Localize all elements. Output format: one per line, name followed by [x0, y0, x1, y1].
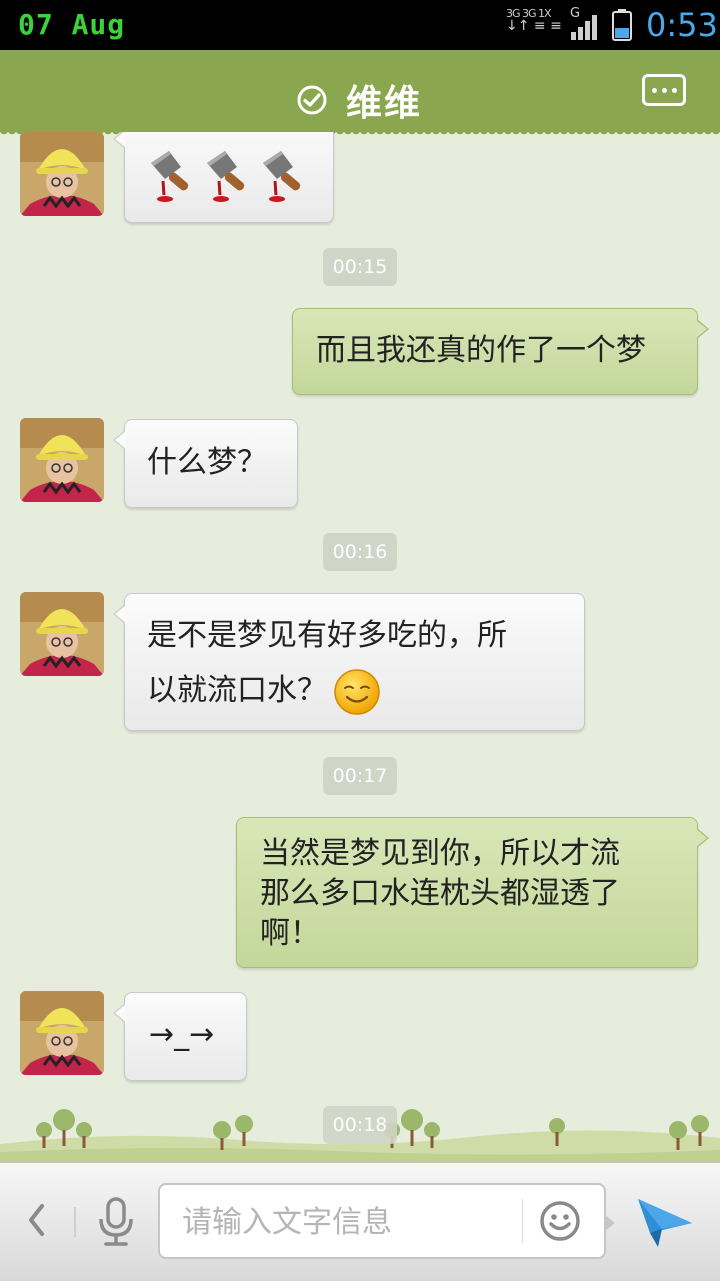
network-type-indicator: 3G 3G 1X ↓↑ ≡ ≡ — [506, 8, 562, 34]
field-tail — [605, 1215, 615, 1231]
chat-message-list[interactable]: 00:15 而且我还真的作了一个梦 什么梦？ 00:16 是不是梦见有好多吃的，… — [0, 132, 720, 1162]
status-bar: 07 Aug 3G 3G 1X ↓↑ ≡ ≡ G 0:53 — [0, 0, 720, 50]
message-text-line-group: 以就流口水？ — [147, 664, 584, 718]
message-text-line: 是不是梦见有好多吃的，所 — [147, 618, 507, 653]
incoming-message-bubble[interactable]: →_→ — [113, 992, 247, 1081]
header-title-group: 维维 — [296, 74, 422, 126]
outgoing-message-bubble[interactable]: 而且我还真的作了一个梦 — [292, 308, 709, 395]
contact-avatar[interactable] — [20, 418, 104, 502]
more-dots-icon — [651, 87, 657, 93]
outgoing-message-bubble[interactable]: 当然是梦见到你，所以才流 那么多口水连枕头都湿透了 啊！ — [236, 817, 709, 968]
timestamp-label: 00:16 — [323, 533, 397, 571]
message-input[interactable] — [180, 1197, 504, 1247]
send-icon[interactable] — [636, 1193, 694, 1249]
more-options-button[interactable] — [642, 74, 686, 106]
status-date: 07 Aug — [18, 8, 126, 41]
incoming-message-bubble[interactable]: 是不是梦见有好多吃的，所 以就流口水？ — [113, 593, 585, 731]
incoming-message-bubble[interactable]: 什么梦？ — [113, 419, 298, 508]
signal-bars-icon — [571, 15, 597, 40]
message-text-line: 当然是梦见到你，所以才流 — [260, 836, 620, 871]
emoji-icon[interactable] — [538, 1199, 582, 1243]
message-text: →_→ — [149, 1017, 215, 1052]
cleaver-emoji — [151, 151, 189, 202]
check-circle-icon — [297, 85, 327, 115]
message-text: 而且我还真的作了一个梦 — [316, 333, 646, 368]
contact-avatar[interactable] — [20, 991, 104, 1075]
data-arrows-icon: ↓↑ ≡ ≡ — [506, 18, 562, 34]
timestamp-label: 00:17 — [323, 757, 397, 795]
message-input-bar — [0, 1162, 720, 1281]
status-time: 0:53 — [646, 6, 718, 44]
battery-icon — [612, 9, 632, 41]
message-text-line: 以就流口水？ — [147, 673, 327, 708]
smile-emoji — [334, 668, 380, 715]
message-text-line: 啊！ — [260, 916, 320, 951]
message-text-field[interactable] — [158, 1183, 615, 1259]
cleaver-emoji — [207, 151, 245, 202]
chevron-left-icon[interactable] — [26, 1203, 46, 1237]
cleaver-emoji — [263, 151, 301, 202]
field-divider — [522, 1199, 523, 1243]
contact-avatar[interactable] — [20, 132, 104, 216]
contact-avatar[interactable] — [20, 592, 104, 676]
incoming-message-bubble[interactable] — [113, 132, 334, 223]
contact-name-title: 维维 — [346, 83, 423, 124]
message-text-line: 那么多口水连枕头都湿透了 — [260, 876, 620, 911]
toolbar-divider — [74, 1207, 76, 1237]
timestamp-label: 00:15 — [323, 248, 397, 286]
timestamp-label: 00:18 — [323, 1106, 397, 1144]
chat-header: 维维 — [0, 50, 720, 138]
message-text: 什么梦？ — [147, 445, 267, 480]
microphone-icon[interactable] — [96, 1197, 136, 1247]
